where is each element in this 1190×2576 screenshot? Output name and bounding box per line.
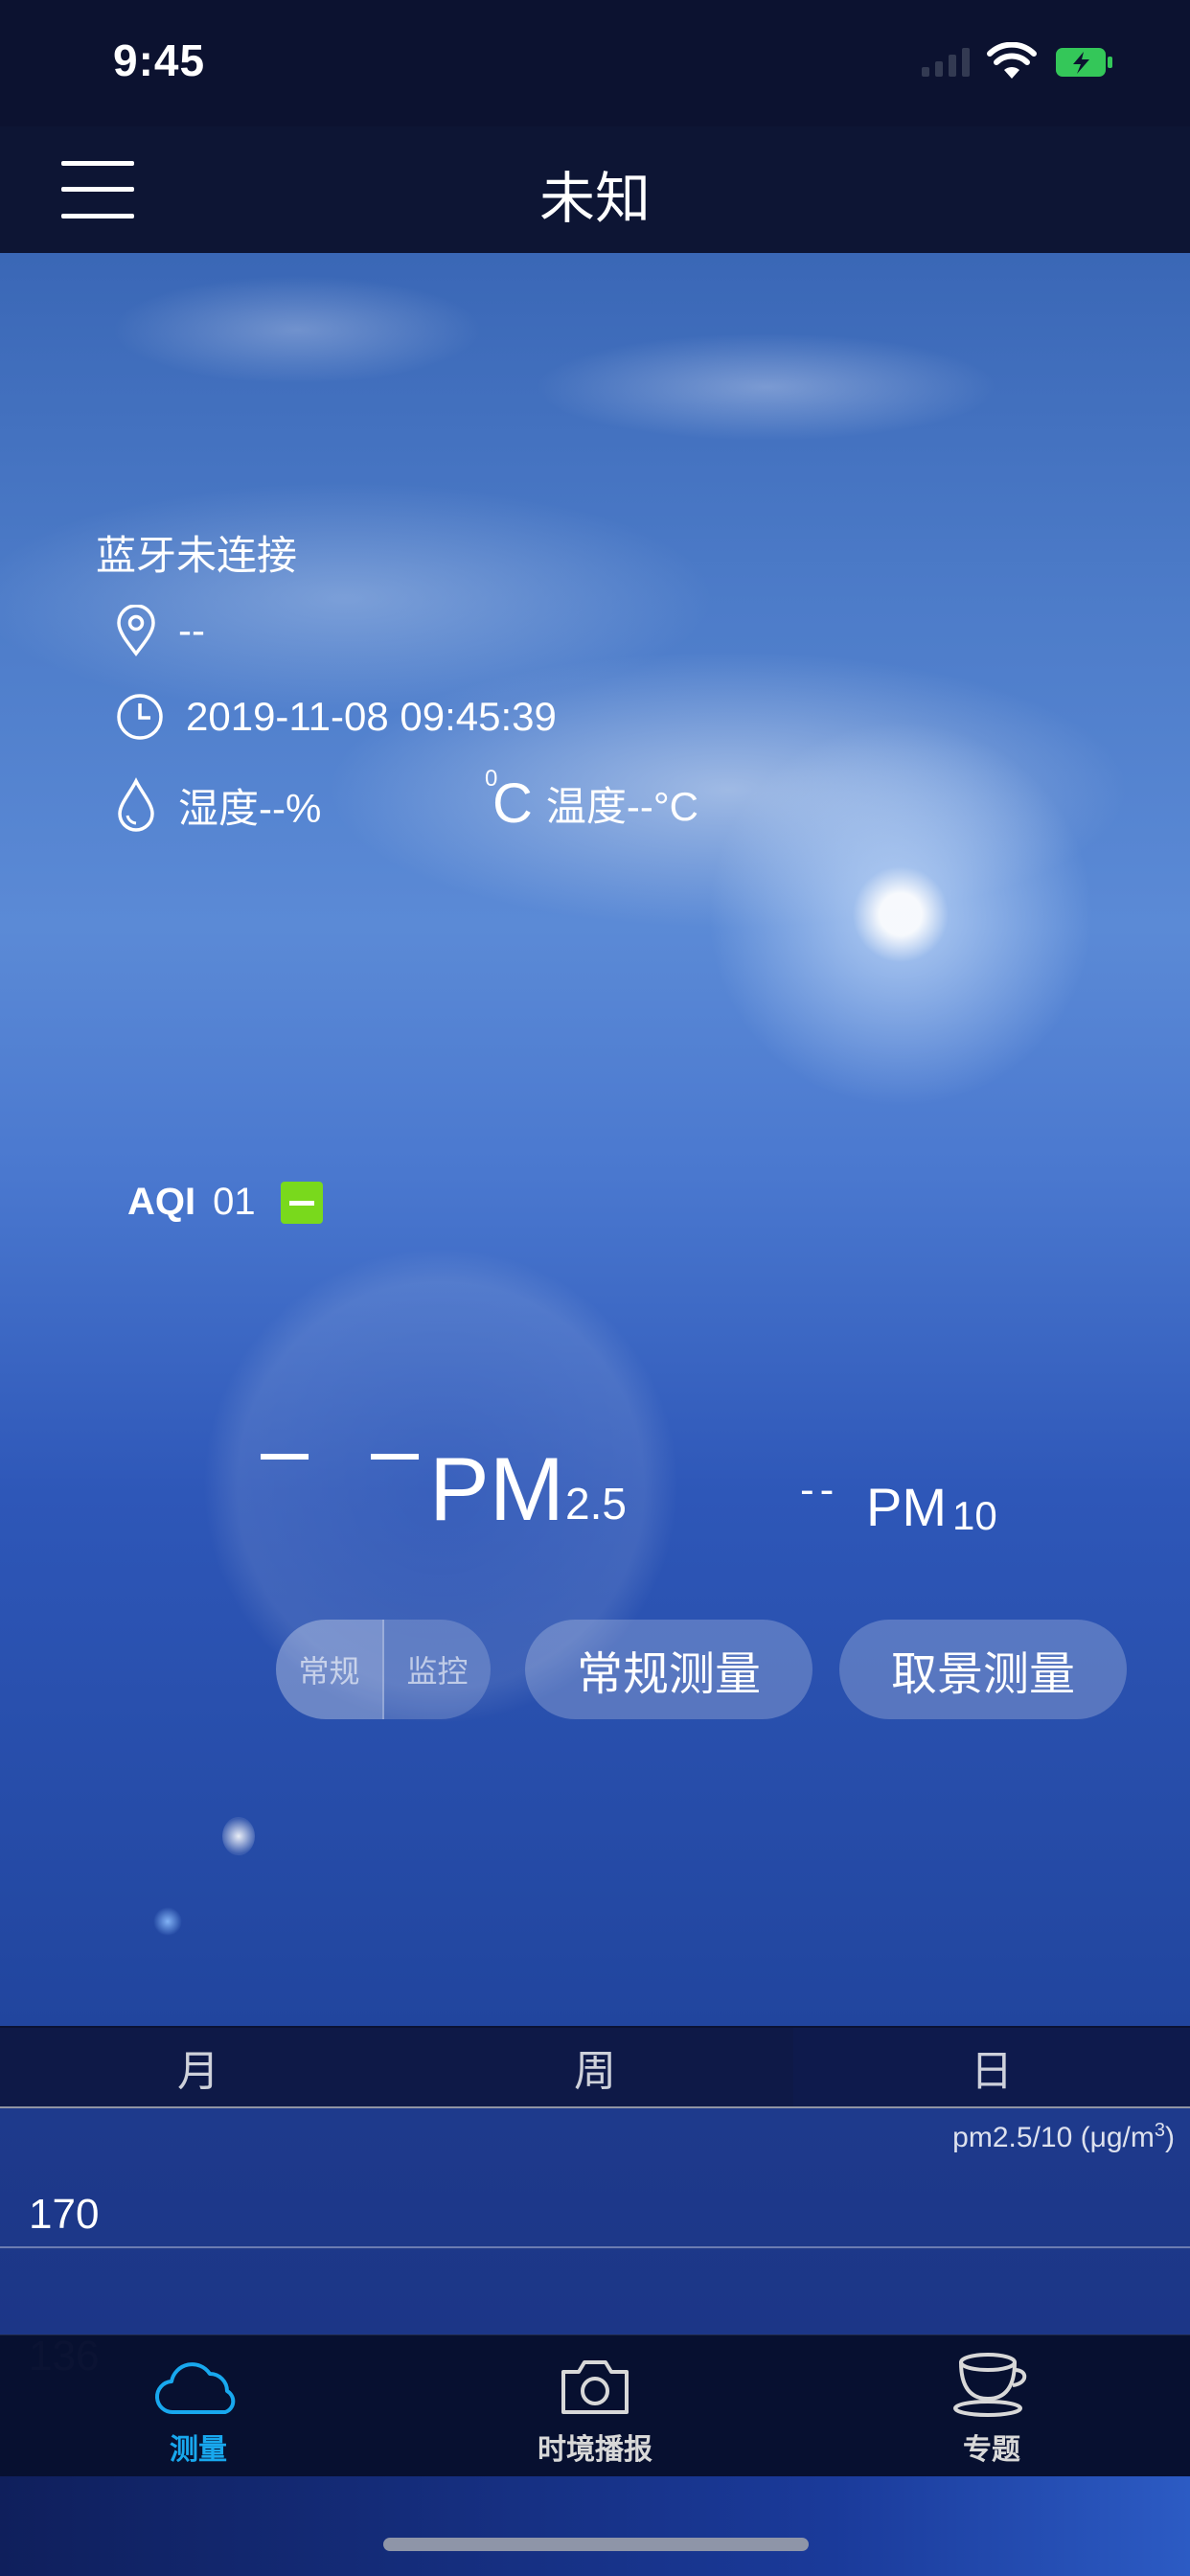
location-pin-icon: [117, 605, 155, 656]
tab-measure-label: 测量: [170, 2434, 227, 2466]
tab-report-label: 时境播报: [538, 2434, 652, 2466]
aqi-label: AQI: [127, 1181, 196, 1223]
mode-toggle[interactable]: 常规 监控: [276, 1620, 491, 1719]
lens-flare: [153, 1907, 182, 1936]
tab-week[interactable]: 周: [397, 2028, 793, 2106]
period-tabs: 月 周 日: [0, 2028, 1190, 2106]
sky-background-image: [0, 253, 1190, 2026]
cloud-icon: [155, 2362, 236, 2415]
status-time: 9:45: [113, 35, 206, 85]
datetime-value: 2019-11-08 09:45:39: [186, 694, 557, 739]
tab-day[interactable]: 日: [793, 2028, 1190, 2106]
datetime-row: 2019-11-08 09:45:39: [115, 690, 557, 744]
temperature-row: 0C 温度--°C: [485, 765, 698, 835]
lens-flare: [222, 1817, 255, 1855]
temperature-value: 温度--°C: [545, 783, 698, 829]
cup-icon: [953, 2353, 1027, 2417]
humidity-row: 湿度--%: [115, 777, 322, 832]
pm10-subscript: 10: [952, 1493, 997, 1538]
pm25-subscript: 2.5: [565, 1479, 627, 1529]
pm10-value: --: [800, 1466, 840, 1513]
normal-measure-button[interactable]: 常规测量: [525, 1620, 812, 1719]
mode-monitor-option[interactable]: 监控: [384, 1620, 491, 1719]
chart-unit-label: pm2.5/10 (μg/m3): [952, 2120, 1175, 2153]
humidity-value: 湿度--%: [178, 785, 322, 831]
tab-measure[interactable]: 测量: [0, 2335, 397, 2477]
clock-icon: [117, 694, 163, 740]
tab-report[interactable]: 时境播报: [397, 2335, 793, 2477]
mode-normal-option[interactable]: 常规: [276, 1620, 384, 1719]
tab-topic[interactable]: 专题: [793, 2335, 1190, 2477]
y-axis-label: 170: [29, 2191, 100, 2238]
location-value: --: [178, 608, 205, 653]
tab-month[interactable]: 月: [0, 2028, 397, 2106]
pm10-label: PM: [866, 1477, 947, 1537]
aqi-indicator: AQI 01: [127, 1181, 323, 1224]
aqi-level-badge: [280, 1181, 323, 1224]
scene-measure-button[interactable]: 取景测量: [839, 1620, 1127, 1719]
pm25-value: – –: [261, 1402, 439, 1498]
pm25-label: PM: [429, 1438, 564, 1539]
tab-topic-label: 专题: [963, 2434, 1020, 2466]
celsius-icon: 0C: [485, 765, 533, 835]
page-title: 未知: [538, 168, 651, 230]
cellular-signal-icon: [922, 48, 970, 77]
bottom-tab-bar: 测量 时境播报 专题: [0, 2334, 1190, 2477]
water-drop-icon: [118, 777, 154, 832]
bluetooth-status: 蓝牙未连接: [96, 533, 298, 578]
location-row: --: [115, 604, 205, 657]
home-indicator[interactable]: [383, 2538, 809, 2551]
battery-charging-icon: [1056, 48, 1112, 77]
chart-gridline: [0, 2246, 1190, 2248]
aqi-value: 01: [213, 1181, 256, 1223]
wifi-icon: [987, 42, 1037, 79]
camera-icon: [561, 2360, 629, 2414]
bottom-safe-area: [0, 2476, 1190, 2576]
